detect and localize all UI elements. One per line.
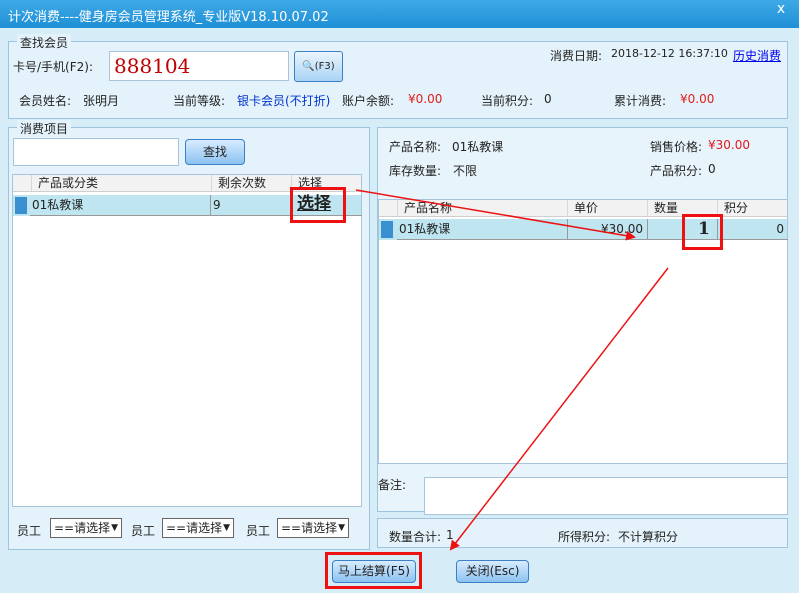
arrow-select-to-cart [355,189,636,241]
annotation-arrows [355,189,669,551]
arrow-qty-to-checkout [449,267,669,551]
